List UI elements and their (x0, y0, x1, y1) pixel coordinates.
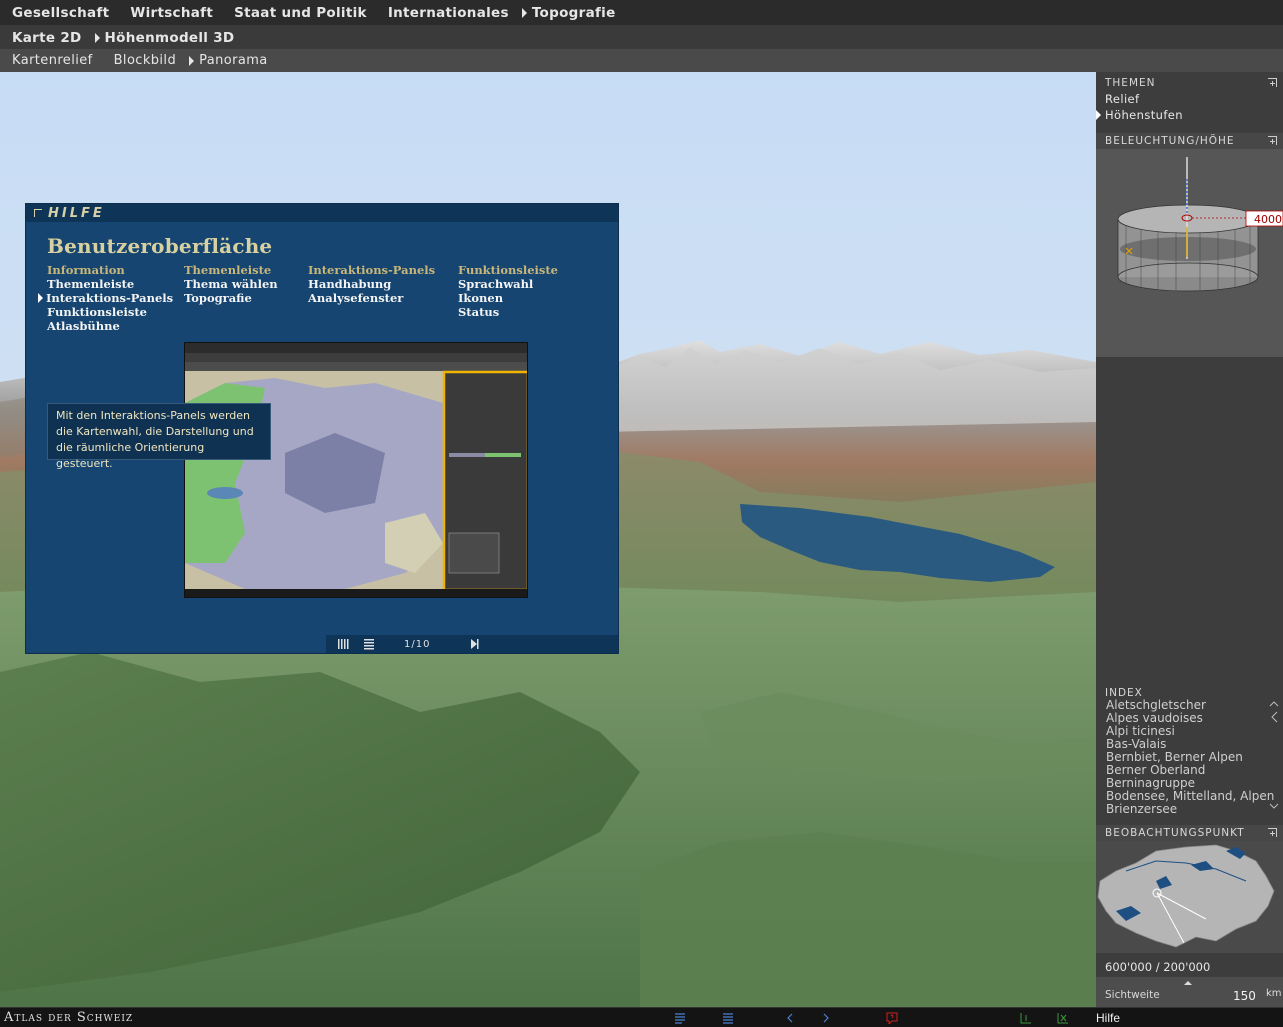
menu-panorama-label: Panorama (199, 53, 268, 68)
scroll-collapse-icon[interactable] (1271, 711, 1278, 723)
selected-arrow-icon (38, 293, 43, 303)
menu-internationales[interactable]: Internationales (388, 5, 509, 21)
forward-icon[interactable] (820, 1012, 832, 1024)
index-icon[interactable] (674, 1012, 686, 1024)
sichtweite-unit: km (1266, 988, 1282, 999)
help-link-topografie[interactable]: Topografie (184, 291, 278, 305)
expand-icon[interactable] (1268, 136, 1277, 145)
help-page-number: 1/10 (404, 639, 431, 650)
tooltip-line: Mit den Interaktions-Panels werden (56, 409, 250, 422)
help-link-themenleiste[interactable]: Themenleiste (47, 277, 173, 291)
panel-head-beleuchtung: BELEUCHTUNG/HÖHE (1096, 133, 1283, 149)
help-corner-icon[interactable] (34, 209, 42, 217)
menu-gesellschaft[interactable]: Gesellschaft (12, 5, 109, 21)
selected-arrow-icon (521, 7, 527, 18)
help-tooltip: Mit den Interaktions-Panels werden die K… (47, 403, 271, 470)
help-col-head[interactable]: Funktionsleiste (458, 263, 558, 277)
list-icon[interactable] (364, 639, 374, 650)
expand-icon[interactable] (1268, 828, 1277, 837)
menu-staat-politik[interactable]: Staat und Politik (234, 5, 367, 21)
panel-head-label: BELEUCHTUNG/HÖHE (1105, 135, 1235, 147)
index-scrollbar[interactable] (1267, 700, 1281, 810)
help-link-analysefenster[interactable]: Analysefenster (308, 291, 435, 305)
switzerland-minimap (1097, 844, 1275, 948)
sichtweite-value: 150 (1233, 989, 1256, 1003)
help-link-thema-waehlen[interactable]: Thema wählen (184, 277, 278, 291)
theme-relief[interactable]: Relief (1105, 92, 1139, 106)
selected-arrow-icon (94, 32, 100, 43)
terrain-view[interactable]: HILFE Benutzeroberfläche Information The… (0, 72, 1096, 1007)
help-titlebar: HILFE (26, 204, 618, 222)
index-list[interactable]: Aletschgletscher Alpes vaudoises Alpi ti… (1096, 699, 1283, 819)
selected-arrow-icon (189, 55, 195, 66)
selected-arrow-icon (1096, 110, 1101, 120)
observation-map[interactable] (1096, 841, 1283, 953)
observation-coordinates: 600'000 / 200'000 (1105, 960, 1211, 974)
panel-head-beobachtungspunkt: BEOBACHTUNGSPUNKT (1096, 825, 1283, 841)
expand-icon[interactable] (1268, 78, 1277, 87)
function-bar: Atlas der Schweiz Hilfe (0, 1007, 1283, 1027)
panel-head-themen: THEMEN (1096, 75, 1283, 91)
scroll-down-icon[interactable] (1269, 803, 1279, 809)
help-link-sprachwahl[interactable]: Sprachwahl (458, 277, 558, 291)
menu-wirtschaft[interactable]: Wirtschaft (130, 5, 213, 21)
menu-hoehenmodell-3d[interactable]: Höhenmodell 3D (94, 29, 235, 46)
sub-menu: Karte 2D Höhenmodell 3D (0, 26, 1283, 49)
help-link-status[interactable]: Status (458, 305, 558, 319)
help-nav-icons (338, 639, 479, 650)
panel-head-label: THEMEN (1105, 77, 1156, 89)
help-col-information: Information Themenleiste Interaktions-Pa… (38, 263, 174, 333)
back-icon[interactable] (784, 1012, 796, 1024)
lighting-height-control[interactable]: 4000 (1096, 149, 1283, 357)
menu-topografie-label: Topografie (531, 4, 616, 21)
theme-hoehenstufen[interactable]: Höhenstufen (1096, 108, 1183, 122)
help-col-themenleiste: Themenleiste Thema wählen Topografie (184, 263, 278, 305)
help-col-head[interactable]: Interaktions-Panels (308, 263, 435, 277)
menu-blockbild[interactable]: Blockbild (114, 53, 177, 68)
sichtweite-label: Sichtweite (1105, 989, 1160, 1001)
tooltip-line: die räumliche Orientierung gesteuert. (56, 441, 205, 470)
help-col-head[interactable]: Themenleiste (184, 263, 278, 277)
close-icon[interactable] (1057, 1012, 1069, 1024)
columns-icon[interactable] (338, 639, 349, 649)
menu-topografie[interactable]: Topografie (521, 4, 616, 21)
menu-kartenrelief[interactable]: Kartenrelief (12, 53, 93, 68)
theme-label: Höhenstufen (1105, 108, 1183, 122)
slider-thumb-icon[interactable] (1096, 979, 1283, 987)
tooltip-line: die Kartenwahl, die Darstellung und (56, 425, 254, 438)
help-link-ikonen[interactable]: Ikonen (458, 291, 558, 305)
help-title: HILFE (48, 206, 105, 221)
scroll-up-icon[interactable] (1269, 701, 1279, 707)
menu-panorama[interactable]: Panorama (189, 53, 268, 68)
help-navbar (326, 635, 618, 653)
list-icon[interactable] (722, 1012, 734, 1024)
help-col-head[interactable]: Information (47, 263, 173, 277)
main-menu: Gesellschaft Wirtschaft Staat und Politi… (0, 0, 1283, 26)
help-col-funktionsleiste: Funktionsleiste Sprachwahl Ikonen Status (458, 263, 558, 319)
help-link-interaktions-panels[interactable]: Interaktions-Panels (38, 291, 174, 305)
sub-sub-menu: Kartenrelief Blockbild Panorama (0, 49, 1283, 72)
help-link-handhabung[interactable]: Handhabung (308, 277, 435, 291)
help-question-icon[interactable] (886, 1012, 898, 1024)
lighting-cylinder-graphic (1117, 157, 1283, 292)
panel-head-label: BEOBACHTUNGSPUNKT (1105, 827, 1245, 839)
help-col-interaktions-panels: Interaktions-Panels Handhabung Analysefe… (308, 263, 435, 305)
next-page-icon[interactable] (471, 639, 479, 649)
height-value[interactable]: 4000 (1247, 213, 1282, 226)
help-window: HILFE Benutzeroberfläche Information The… (25, 203, 619, 654)
window-one-icon[interactable] (1020, 1012, 1032, 1024)
help-link-funktionsleiste[interactable]: Funktionsleiste (47, 305, 173, 319)
panel-head-label: INDEX (1105, 687, 1143, 699)
list-item[interactable]: Brienzersee (1096, 803, 1283, 816)
menu-karte-2d[interactable]: Karte 2D (12, 30, 82, 46)
interaction-panels: THEMEN Relief Höhenstufen BELEUCHTUNG/HÖ… (1096, 72, 1283, 1007)
help-status-label: Hilfe (1096, 1011, 1121, 1025)
atlas-brand-logo: Atlas der Schweiz (4, 1010, 134, 1025)
menu-hoehenmodell-label: Höhenmodell 3D (104, 29, 235, 46)
help-heading: Benutzeroberfläche (47, 234, 273, 258)
help-link-label: Interaktions-Panels (46, 291, 174, 305)
help-link-atlasbuehne[interactable]: Atlasbühne (47, 319, 173, 333)
